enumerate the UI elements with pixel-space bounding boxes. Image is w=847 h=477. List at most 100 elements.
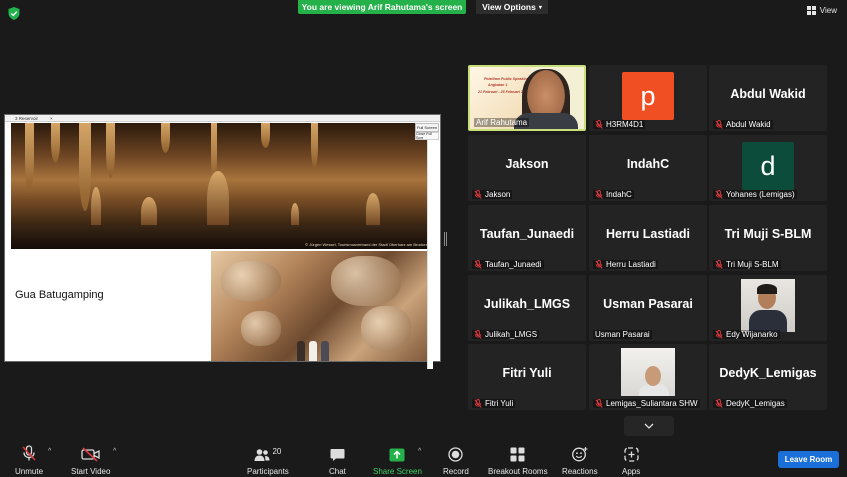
microphone-muted-icon — [715, 260, 723, 269]
smiley-face-icon — [571, 447, 588, 462]
meeting-toolbar: Unmute ^ Start Video ^ 20 Participants C… — [0, 440, 847, 477]
shared-tab-title: 3 Reservoir — [15, 115, 39, 121]
participant-tile[interactable]: d Yohanes (Lemigas) — [709, 135, 827, 201]
shared-window-tab: 3 Reservoir × — [5, 115, 440, 122]
start-video-button[interactable]: Start Video — [71, 445, 110, 476]
chat-bubble-icon — [330, 449, 345, 461]
shared-screen[interactable]: 3 Reservoir × © Jürgen Wessel, Tourismus… — [4, 114, 441, 369]
participant-display-name: Abdul Wakid — [730, 87, 806, 101]
participant-caption: Yohanes (Lemigas) — [726, 190, 795, 199]
microphone-muted-icon — [474, 260, 482, 269]
microphone-muted-icon — [595, 399, 603, 408]
participant-name-label: H3RM4D1 — [593, 120, 646, 129]
participant-caption: IndahC — [606, 190, 632, 199]
microphone-muted-icon — [715, 330, 723, 339]
chevron-down-icon: ▾ — [538, 4, 542, 11]
participant-tile[interactable]: p H3RM4D1 — [589, 65, 707, 131]
participant-caption: Tri Muji S-BLM — [726, 260, 779, 269]
participant-tile[interactable]: DedyK_Lemigas DedyK_Lemigas — [709, 344, 827, 410]
participant-tile[interactable]: Pelatihan Public Speaking Angkatan 1 21 Fe… — [468, 65, 586, 131]
close-full-screen-button[interactable]: Close Full Scre — [415, 132, 439, 140]
cave-photo-bottom — [211, 251, 431, 361]
microphone-muted-icon — [715, 399, 723, 408]
participant-tile[interactable]: Edy Wijanarko — [709, 275, 827, 341]
participant-caption: H3RM4D1 — [606, 120, 644, 129]
microphone-muted-icon — [595, 120, 603, 129]
participants-button[interactable]: 20 Participants — [247, 445, 289, 476]
participant-tile[interactable]: Taufan_Junaedi Taufan_Junaedi — [468, 205, 586, 271]
participant-name-label: DedyK_Lemigas — [713, 399, 787, 408]
microphone-muted-icon — [595, 190, 603, 199]
apps-button[interactable]: Apps — [622, 445, 640, 476]
participant-display-name: DedyK_Lemigas — [719, 366, 817, 380]
participant-tile[interactable]: Abdul Wakid Abdul Wakid — [709, 65, 827, 131]
video-options-caret[interactable]: ^ — [113, 448, 116, 455]
cave-photo-top: © Jürgen Wessel, Tourismusverband der St… — [11, 123, 431, 249]
share-screen-label: Share Screen — [373, 467, 422, 476]
photo-credit: © Jürgen Wessel, Tourismusverband der St… — [305, 242, 428, 247]
participant-caption: Usman Pasarai — [595, 330, 650, 339]
chat-button[interactable]: Chat — [329, 445, 346, 476]
cave-label-box: Gua Batugamping — [11, 251, 210, 361]
view-button-label: View — [819, 6, 837, 15]
participant-name-label: Jakson — [472, 190, 513, 199]
chat-label: Chat — [329, 467, 346, 476]
leave-room-button[interactable]: Leave Room — [778, 451, 839, 468]
record-label: Record — [443, 467, 469, 476]
record-button[interactable]: Record — [443, 445, 469, 476]
slide-content: © Jürgen Wessel, Tourismusverband der St… — [11, 123, 434, 369]
breakout-rooms-label: Breakout Rooms — [488, 467, 548, 476]
apps-icon — [623, 447, 639, 462]
participant-tile[interactable]: Tri Muji S-BLM Tri Muji S-BLM — [709, 205, 827, 271]
participant-display-name: Julikah_LMGS — [483, 297, 571, 311]
participant-display-name: Tri Muji S-BLM — [724, 227, 812, 241]
participants-count: 20 — [272, 447, 282, 456]
participant-name-label: Usman Pasarai — [593, 330, 652, 339]
participant-name-label: Yohanes (Lemigas) — [713, 190, 797, 199]
participant-tile[interactable]: Lemigas_Suliantara SHW — [589, 344, 707, 410]
full-screen-button[interactable]: Full Screen — [415, 123, 439, 132]
participant-tile[interactable]: Jakson Jakson — [468, 135, 586, 201]
unmute-button[interactable]: Unmute — [15, 445, 43, 476]
participant-tile[interactable]: Julikah_LMGS Julikah_LMGS — [468, 275, 586, 341]
participant-display-name: Usman Pasarai — [603, 297, 693, 311]
participant-name-label: Lemigas_Suliantara SHW — [593, 399, 700, 408]
share-screen-button[interactable]: Share Screen — [373, 445, 422, 476]
audio-options-caret[interactable]: ^ — [48, 448, 51, 455]
participant-name-label: Taufan_Junaedi — [472, 260, 544, 269]
participant-avatar: p — [622, 72, 674, 120]
breakout-rooms-icon — [510, 447, 525, 462]
reactions-button[interactable]: Reactions — [562, 445, 598, 476]
chevron-down-icon — [644, 423, 654, 429]
view-layout-button[interactable]: View — [806, 6, 837, 15]
microphone-muted-icon — [474, 399, 482, 408]
share-screen-icon — [389, 448, 405, 462]
slide-scrollbar[interactable] — [427, 131, 433, 369]
participant-name-label: Edy Wijanarko — [713, 330, 780, 339]
microphone-muted-icon — [595, 260, 603, 269]
share-options-caret[interactable]: ^ — [418, 448, 421, 455]
participant-tile[interactable]: Usman Pasarai Usman Pasarai — [589, 275, 707, 341]
microphone-muted-icon — [715, 120, 723, 129]
participant-name-label: Fitri Yuli — [472, 399, 516, 408]
start-video-label: Start Video — [71, 467, 111, 476]
cave-label: Gua Batugamping — [15, 289, 104, 301]
participant-video — [741, 279, 795, 332]
participant-tile[interactable]: Herru Lastiadi Herru Lastiadi — [589, 205, 707, 271]
show-more-participants-button[interactable] — [624, 416, 674, 436]
breakout-rooms-button[interactable]: Breakout Rooms — [488, 445, 548, 476]
participant-display-name: Jakson — [505, 157, 549, 171]
grid-view-icon — [806, 6, 816, 15]
participant-name-label: Tri Muji S-BLM — [713, 260, 781, 269]
participant-caption: Arif Rahutama — [476, 118, 528, 127]
participant-tile[interactable]: IndahC IndahC — [589, 135, 707, 201]
encryption-shield-icon[interactable] — [8, 7, 20, 20]
participant-caption: Edy Wijanarko — [726, 330, 778, 339]
record-icon — [448, 447, 464, 462]
participant-name-label: Arif Rahutama — [474, 118, 530, 127]
participant-tile[interactable]: Fitri Yuli Fitri Yuli — [468, 344, 586, 410]
split-divider-handle[interactable] — [444, 232, 447, 246]
view-options-menu[interactable]: View Options ▾ — [476, 0, 548, 14]
tab-close-icon: × — [50, 115, 53, 121]
microphone-muted-icon — [22, 445, 36, 461]
